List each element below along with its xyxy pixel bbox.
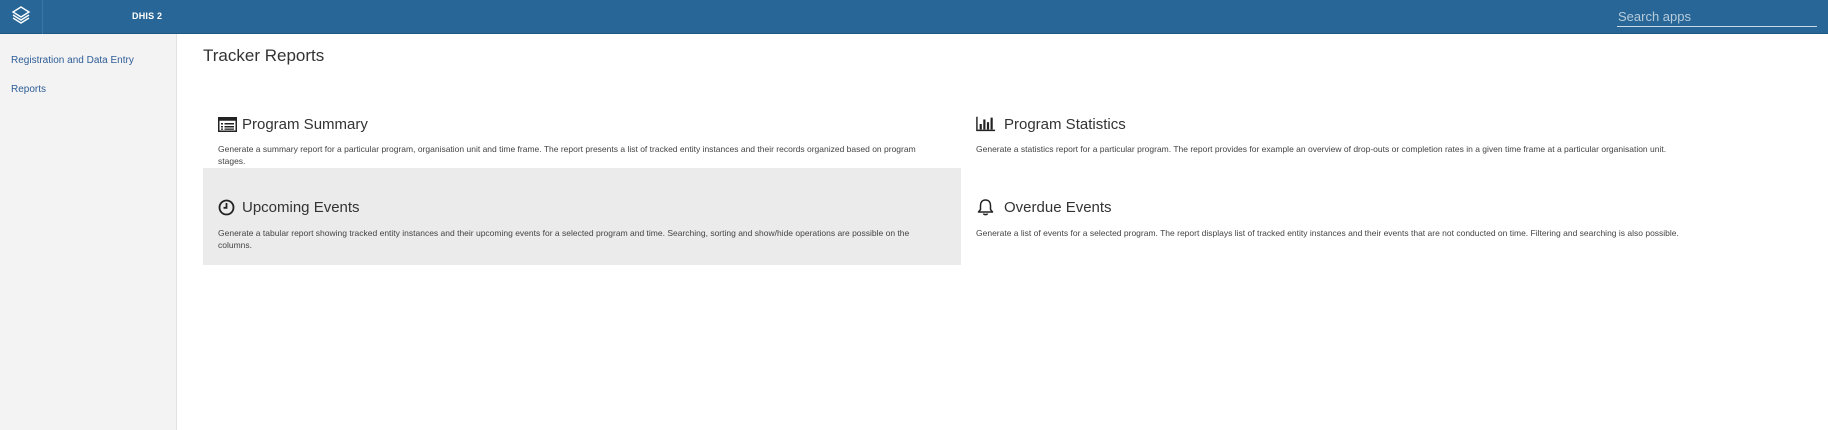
top-bar: DHIS 2 — [0, 0, 1828, 34]
program-statistics-title: Program Statistics — [1004, 115, 1126, 133]
program-summary-title: Program Summary — [242, 115, 368, 133]
page-title: Tracker Reports — [203, 46, 325, 65]
upcoming-events-card[interactable]: Upcoming Events Generate a tabular repor… — [203, 168, 961, 265]
list-alt-icon — [218, 115, 238, 133]
bar-chart-icon — [976, 115, 996, 133]
clock-icon — [218, 198, 238, 216]
dhis2-logo-icon — [11, 5, 31, 30]
dhis2-logo-button[interactable] — [0, 0, 43, 34]
sidebar-item-reports[interactable]: Reports — [11, 84, 46, 95]
program-summary-description: Generate a summary report for a particul… — [218, 144, 916, 166]
upcoming-events-description: Generate a tabular report showing tracke… — [218, 228, 910, 250]
program-statistics-description: Generate a statistics report for a parti… — [976, 144, 1667, 154]
main-content: Tracker Reports Program Summary Generate… — [177, 34, 1828, 430]
sidebar-item-registration-and-data-entry[interactable]: Registration and Data Entry — [11, 55, 134, 66]
upcoming-events-title: Upcoming Events — [242, 198, 360, 216]
sidebar: Registration and Data Entry Reports — [0, 34, 177, 430]
overdue-events-title: Overdue Events — [1004, 198, 1112, 216]
search-apps-input[interactable] — [1617, 7, 1817, 27]
overdue-events-description: Generate a list of events for a selected… — [976, 228, 1679, 238]
bell-icon — [976, 198, 996, 216]
overdue-events-card[interactable]: Overdue Events Generate a list of events… — [961, 168, 1719, 265]
app-title: DHIS 2 — [132, 11, 163, 21]
